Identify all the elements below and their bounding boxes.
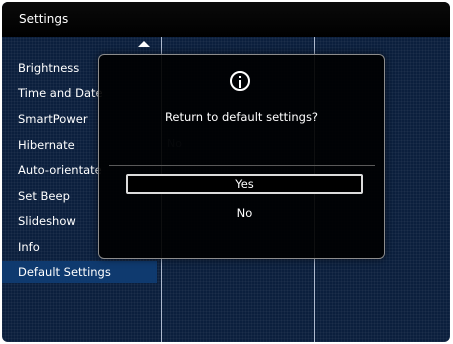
menu-item-default-settings[interactable]: Default Settings (2, 261, 157, 283)
yes-button[interactable]: Yes (126, 174, 363, 194)
dialog-divider (109, 165, 375, 166)
page-title: Settings (19, 12, 69, 26)
no-button[interactable]: No (126, 203, 363, 223)
title-bar: Settings (2, 2, 450, 37)
scroll-up-arrow-icon[interactable] (138, 41, 150, 47)
info-icon (230, 71, 250, 91)
dialog-message: Return to default settings? (164, 110, 319, 124)
settings-screen: Settings Brightness Time and Date SmartP… (2, 2, 450, 342)
confirm-dialog: Return to default settings? Yes No (98, 54, 385, 259)
